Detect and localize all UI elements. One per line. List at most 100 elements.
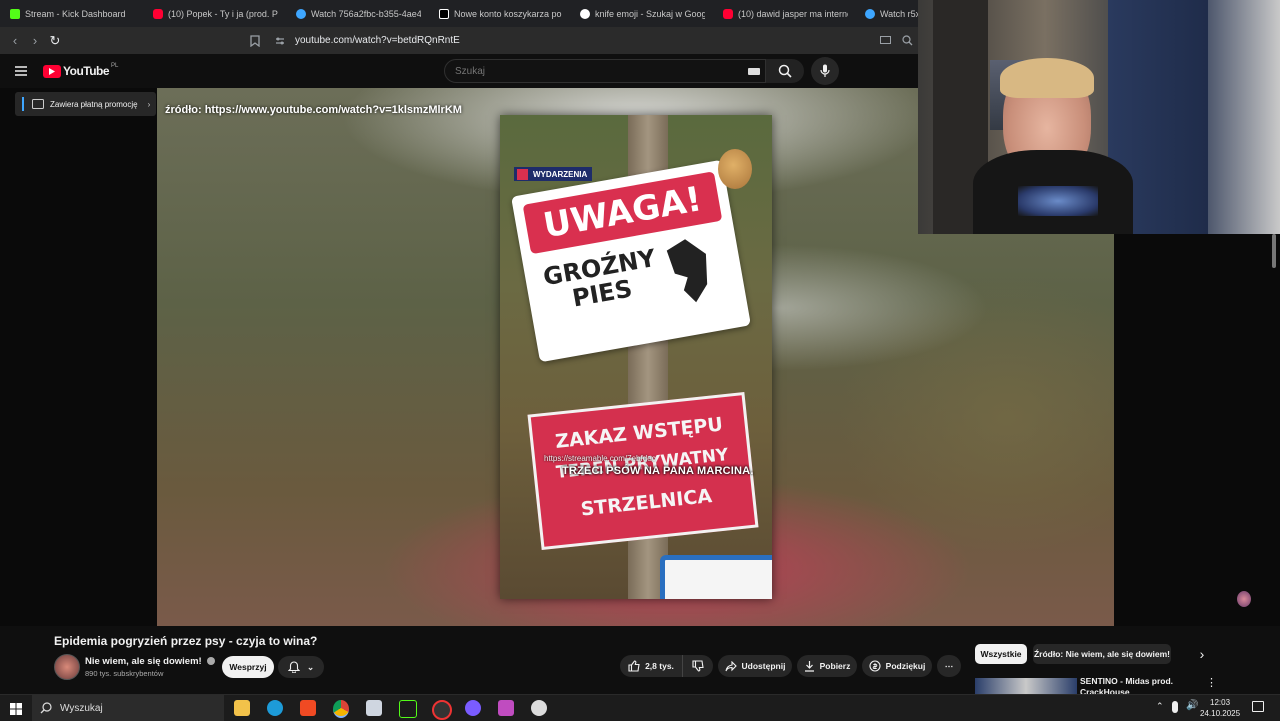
tab-watch-r5xe[interactable]: Watch r5xe <box>865 0 920 27</box>
tab-google[interactable]: knife emoji - Szukaj w Google <box>580 0 705 27</box>
brave-icon[interactable] <box>300 700 316 716</box>
paid-promotion-badge[interactable]: Zawiera płatną promocję › <box>15 92 156 116</box>
kick-icon <box>10 8 20 19</box>
channel-avatar[interactable] <box>54 654 80 680</box>
like-count: 2,8 tys. <box>645 661 674 671</box>
discord-icon[interactable] <box>465 700 481 716</box>
streamable-icon <box>865 8 875 19</box>
thanks-button[interactable]: Podziękuj <box>862 655 932 677</box>
kick-app-icon[interactable] <box>399 700 417 718</box>
tray-overflow-icon[interactable]: ⌃ <box>1156 701 1164 712</box>
region-code: PL <box>111 63 119 69</box>
like-button[interactable]: 2,8 tys. <box>620 655 682 677</box>
sign-red-line3: STRZELNICA <box>579 484 714 521</box>
warning-sign: UWAGA! GROŹNY PIES <box>511 159 751 363</box>
tab-label: Watch 756a2fbc-b355-4ae4-a <box>311 8 421 19</box>
tab-kick-dashboard[interactable]: Stream - Kick Dashboard <box>10 0 145 27</box>
news-badge: WYDARZENIA <box>514 167 593 181</box>
thumbs-down-icon <box>692 660 704 672</box>
arrow-icon <box>517 168 528 180</box>
more-actions-button[interactable]: ⋯ <box>937 655 961 677</box>
menu-button[interactable] <box>14 64 28 78</box>
obs-icon[interactable] <box>432 700 452 720</box>
video-caption: TRZECI PSÓW NA PANA MARCINA. <box>562 465 754 477</box>
logo-text: YouTube <box>63 64 110 78</box>
voice-search-button[interactable] <box>811 57 839 85</box>
zoom-button[interactable] <box>898 27 916 54</box>
recommended-title-line1: SENTINO - Midas prod. <box>1080 676 1174 686</box>
more-vertical-icon: ⋮ <box>1206 677 1217 689</box>
tab-label: Watch r5xe <box>880 8 920 19</box>
reload-button[interactable]: ↻ <box>46 27 64 54</box>
app3-icon[interactable] <box>531 700 547 716</box>
thanks-label: Podziękuj <box>885 661 926 671</box>
subscription-bell-button[interactable]: ⌄ <box>278 656 324 678</box>
channel-name[interactable]: Nie wiem, ale się dowiem! <box>85 656 216 667</box>
search-icon <box>778 64 792 78</box>
chips-next-button[interactable]: › <box>1193 644 1211 664</box>
zoom-icon <box>901 35 912 46</box>
tab-label: Nowe konto koszykarza po zł <box>454 8 564 19</box>
recommended-menu-button[interactable]: ⋮ <box>1206 676 1217 689</box>
recommended-thumbnail[interactable] <box>975 678 1077 694</box>
youtube-icon <box>723 8 733 19</box>
volume-icon[interactable]: 🔊 <box>1186 700 1198 711</box>
chrome-icon[interactable] <box>333 700 349 718</box>
tune-icon <box>276 37 284 44</box>
notifications-icon[interactable] <box>1252 701 1264 712</box>
search-input[interactable] <box>444 59 766 83</box>
microphone-icon[interactable] <box>1172 701 1178 713</box>
tab-popek[interactable]: (10) Popek - Ty i ja (prod. Pabl <box>153 0 278 27</box>
webcam-overlay <box>918 0 1280 234</box>
file-explorer-icon[interactable] <box>234 700 250 716</box>
tab-watch-756[interactable]: Watch 756a2fbc-b355-4ae4-a <box>296 0 421 27</box>
bookmark-button[interactable] <box>246 27 264 54</box>
source-overlay-text: źródło: https://www.youtube.com/watch?v=… <box>165 104 462 116</box>
channel-watermark[interactable] <box>1237 591 1251 607</box>
keyboard-icon[interactable] <box>748 68 760 75</box>
promo-label: Zawiera płatną promocję <box>50 99 138 109</box>
streamable-icon <box>296 8 306 19</box>
tab-label: (10) Popek - Ty i ja (prod. Pabl <box>168 8 278 19</box>
url-input[interactable]: youtube.com/watch?v=betdRQnRntE <box>295 27 460 54</box>
search-button[interactable] <box>766 59 804 83</box>
youtube-play-icon <box>43 64 61 78</box>
share-button[interactable]: Udostępnij <box>718 655 792 677</box>
youtube-logo[interactable]: YouTube PL <box>43 63 118 79</box>
hamster-emoji <box>718 149 752 189</box>
microphone-icon <box>820 64 830 77</box>
start-button[interactable] <box>10 702 22 715</box>
tab-label: (10) dawid jasper ma internet <box>738 8 848 19</box>
tab-label: knife emoji - Szukaj w Google <box>595 8 705 19</box>
cast-button[interactable] <box>876 27 894 54</box>
tab-dawid-jasper[interactable]: (10) dawid jasper ma internet <box>723 0 848 27</box>
scrollbar-thumb[interactable] <box>1272 234 1276 268</box>
app-icon[interactable] <box>366 700 382 716</box>
forward-button[interactable]: › <box>26 27 44 54</box>
filter-chip-source[interactable]: Źródło: Nie wiem, ale się dowiem! <box>1033 644 1171 664</box>
video-title: Epidemia pogryzień przez psy - czyja to … <box>54 634 318 648</box>
edge-icon[interactable] <box>267 700 283 716</box>
tab-tiktok[interactable]: Nowe konto koszykarza po zł <box>439 0 564 27</box>
link-overlay[interactable]: https://streamable.com/7ebfdec <box>544 454 656 463</box>
video-info-section: Epidemia pogryzień przez psy - czyja to … <box>0 626 1280 697</box>
taskbar-search[interactable]: Wyszukaj <box>32 695 224 721</box>
system-clock[interactable]: 12:03 24.10.2025 <box>1200 697 1240 719</box>
back-button[interactable]: ‹ <box>6 27 24 54</box>
tiktok-icon <box>439 8 449 19</box>
super-thanks-icon <box>869 660 881 672</box>
taskbar-search-placeholder: Wyszukaj <box>60 702 103 714</box>
download-icon <box>804 661 814 672</box>
embedded-short-video: UWAGA! GROŹNY PIES WYDARZENIA ZAKAZ WSTĘ… <box>500 115 772 599</box>
download-button[interactable]: Pobierz <box>797 655 857 677</box>
dislike-button[interactable] <box>682 655 713 677</box>
youtube-header: YouTube PL <box>0 54 920 88</box>
filter-chip-all[interactable]: Wszystkie <box>975 644 1027 664</box>
support-button[interactable]: Wesprzyj <box>222 656 274 678</box>
chevron-right-icon: › <box>1199 646 1205 662</box>
verified-icon <box>207 657 216 665</box>
cast-icon <box>879 36 891 44</box>
app2-icon[interactable] <box>498 700 514 716</box>
tab-label: Stream - Kick Dashboard <box>25 8 126 19</box>
site-info-button[interactable] <box>272 27 288 54</box>
